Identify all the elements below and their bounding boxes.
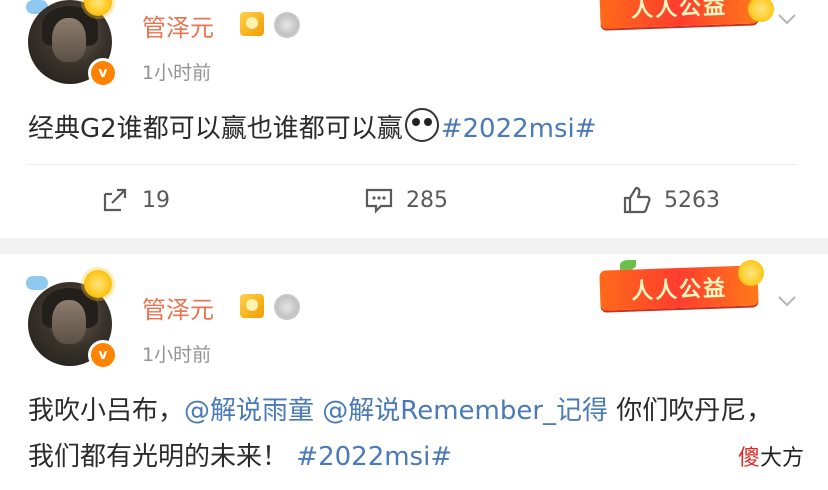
- weibo-post-1: v 管泽元 1小时前 人人公益 经典G2谁都可以赢也谁都可以赢 #2022msi#…: [0, 0, 828, 238]
- vip-icon[interactable]: [240, 294, 264, 318]
- panda-emoji-icon: [404, 108, 439, 142]
- chevron-down-icon[interactable]: [776, 290, 798, 312]
- chevron-down-icon[interactable]: [776, 8, 798, 30]
- like-button[interactable]: 5263: [622, 182, 720, 218]
- post-text: 我吹小吕布，@解说雨童 @解说Remember_记得 你们吹丹尼，我们都有光明的…: [28, 388, 798, 480]
- verified-icon: v: [88, 58, 118, 88]
- like-count: 5263: [664, 187, 720, 213]
- comment-count: 285: [406, 187, 448, 213]
- actions-divider: [28, 164, 798, 165]
- comment-icon: [365, 188, 393, 214]
- charity-sun-icon: [748, 0, 774, 22]
- mention-link-1[interactable]: @解说雨童: [184, 396, 314, 426]
- repost-count: 19: [142, 187, 170, 213]
- repost-button[interactable]: 19: [100, 182, 170, 218]
- weibo-post-2: v 管泽元 1小时前 人人公益 我吹小吕布，@解说雨童 @解说Remember_…: [0, 254, 828, 490]
- post-text-part1: 我吹小吕布，: [28, 396, 185, 426]
- charity-sun-icon: [738, 260, 764, 286]
- watermark-part2: 大方: [760, 446, 805, 471]
- hashtag-link[interactable]: #2022msi#: [296, 442, 452, 472]
- post-text: 经典G2谁都可以赢也谁都可以赢 #2022msi#: [28, 108, 798, 150]
- mention-link-2[interactable]: @解说Remember_记得: [322, 396, 608, 426]
- watermark-part1: 傻: [738, 446, 761, 471]
- avatar-frame-cloud: [26, 276, 48, 290]
- verified-icon: v: [88, 340, 118, 370]
- repost-icon: [103, 188, 127, 212]
- post-separator: [0, 238, 828, 254]
- username[interactable]: 管泽元: [142, 8, 214, 43]
- post-timestamp: 1小时前: [142, 62, 212, 84]
- hashtag-link[interactable]: #2022msi#: [441, 114, 597, 144]
- charity-leaf-icon: [620, 260, 636, 270]
- vip-icon[interactable]: [240, 12, 264, 36]
- username[interactable]: 管泽元: [142, 290, 214, 325]
- medal-icon[interactable]: [274, 12, 300, 38]
- like-icon: [623, 186, 651, 214]
- charity-badge[interactable]: 人人公益: [599, 0, 759, 29]
- comment-button[interactable]: 285: [364, 182, 448, 218]
- charity-badge[interactable]: 人人公益: [599, 265, 759, 311]
- post-text-body: 经典G2谁都可以赢也谁都可以赢: [28, 114, 403, 144]
- post-timestamp: 1小时前: [142, 344, 212, 366]
- avatar-frame-sun: [84, 270, 112, 298]
- medal-icon[interactable]: [274, 294, 300, 320]
- watermark: 傻大方: [738, 440, 804, 472]
